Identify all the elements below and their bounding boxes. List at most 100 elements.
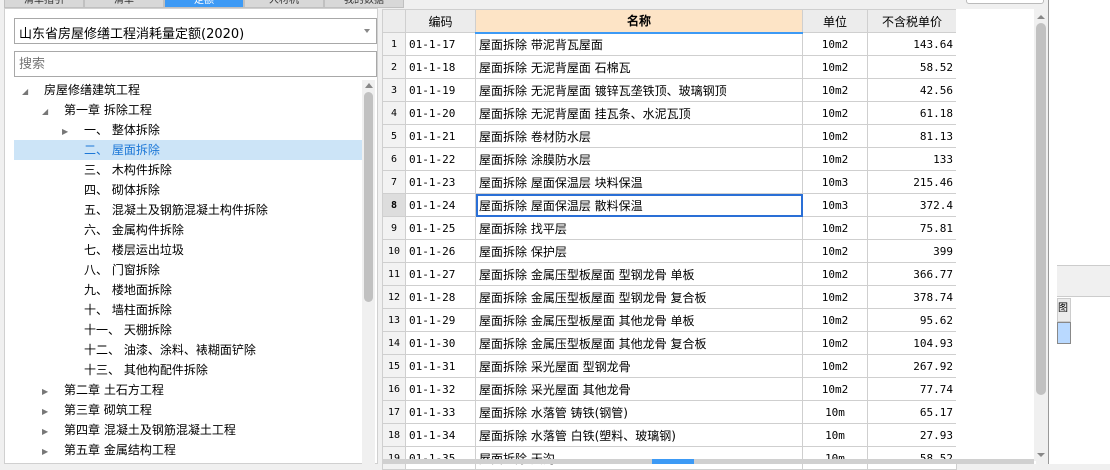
tree-node[interactable]: 四、 砌体拆除	[14, 180, 364, 200]
row-index-cell[interactable]: 7	[382, 170, 406, 194]
unit-cell[interactable]: 10m2	[802, 262, 868, 286]
collapsed-arrow-icon[interactable]: ▶	[42, 402, 52, 422]
price-cell[interactable]: 104.93	[867, 331, 957, 355]
tree-node[interactable]: 八、 门窗拆除	[14, 260, 364, 280]
unit-cell[interactable]: 10m2	[802, 354, 868, 378]
quota-code-cell[interactable]: 01-1-34	[405, 423, 476, 447]
quota-name-cell[interactable]: 屋面拆除 卷材防水层	[475, 124, 803, 148]
quota-code-cell[interactable]: 01-1-32	[405, 377, 476, 401]
scroll-up-icon[interactable]	[365, 83, 373, 88]
row-index-cell[interactable]: 15	[382, 354, 406, 378]
quota-name-cell[interactable]: 屋面拆除 屋面保温层 散料保温	[475, 193, 803, 217]
tab-3[interactable]: 人材机	[244, 0, 324, 8]
side-selected-cell[interactable]	[1057, 322, 1071, 344]
table-scroll-thumb[interactable]	[1036, 23, 1046, 395]
quota-code-cell[interactable]: 01-1-35	[405, 446, 476, 470]
price-cell[interactable]: 215.46	[867, 170, 957, 194]
unit-cell[interactable]: 10m	[802, 423, 868, 447]
tree-node[interactable]: 三、 木构件拆除	[14, 160, 364, 180]
quota-code-cell[interactable]: 01-1-20	[405, 101, 476, 125]
quota-code-cell[interactable]: 01-1-22	[405, 147, 476, 171]
price-cell[interactable]: 65.17	[867, 400, 957, 424]
tree-node[interactable]: ▶ 第四章 混凝土及钢筋混凝土工程	[14, 420, 364, 440]
unit-cell[interactable]: 10m	[802, 446, 868, 470]
row-index-cell[interactable]: 14	[382, 331, 406, 355]
quota-code-cell[interactable]: 01-1-30	[405, 331, 476, 355]
row-index-cell[interactable]: 6	[382, 147, 406, 171]
price-cell[interactable]: 81.13	[867, 124, 957, 148]
quota-code-cell[interactable]: 01-1-23	[405, 170, 476, 194]
collapsed-arrow-icon[interactable]: ▶	[42, 422, 52, 442]
unit-cell[interactable]: 10m	[802, 400, 868, 424]
row-index-cell[interactable]: 5	[382, 124, 406, 148]
expanded-arrow-icon[interactable]: ◢	[22, 82, 32, 102]
table-row[interactable]: 10 01-1-26 屋面拆除 保护层 10m2 399	[382, 239, 957, 263]
quota-name-cell[interactable]: 屋面拆除 保护层	[475, 239, 803, 263]
quota-code-cell[interactable]: 01-1-31	[405, 354, 476, 378]
quota-library-select[interactable]: 山东省房屋修缮工程消耗量定额(2020)	[14, 18, 377, 44]
quota-code-cell[interactable]: 01-1-24	[405, 193, 476, 217]
col-header-price[interactable]: 不含税单价	[867, 9, 957, 33]
table-row[interactable]: 12 01-1-28 屋面拆除 金属压型板屋面 型钢龙骨 复合板 10m2 378.74	[382, 285, 957, 309]
unit-cell[interactable]: 10m2	[802, 285, 868, 309]
col-header-code[interactable]: 编码	[405, 9, 476, 33]
tree-node[interactable]: 十三、 其他构配件拆除	[14, 360, 364, 380]
price-cell[interactable]: 61.18	[867, 101, 957, 125]
quota-code-cell[interactable]: 01-1-27	[405, 262, 476, 286]
tab-1[interactable]: 清单	[84, 0, 164, 8]
price-cell[interactable]: 58.52	[867, 55, 957, 79]
col-header-unit[interactable]: 单位	[802, 9, 868, 33]
quota-code-cell[interactable]: 01-1-19	[405, 78, 476, 102]
row-index-cell[interactable]: 2	[382, 55, 406, 79]
price-cell[interactable]: 133	[867, 147, 957, 171]
unit-cell[interactable]: 10m2	[802, 32, 868, 56]
table-row[interactable]: 13 01-1-29 屋面拆除 金属压型板屋面 其他龙骨 单板 10m2 95.62	[382, 308, 957, 332]
table-scrollbar[interactable]	[1034, 9, 1048, 461]
scroll-up-icon[interactable]	[1037, 15, 1045, 19]
quota-code-cell[interactable]: 01-1-21	[405, 124, 476, 148]
unit-cell[interactable]: 10m2	[802, 124, 868, 148]
quota-name-cell[interactable]: 屋面拆除 涂膜防水层	[475, 147, 803, 171]
tree-scrollbar[interactable]	[362, 80, 375, 464]
quota-name-cell[interactable]: 屋面拆除 水落管 白铁(塑料、玻璃钢)	[475, 423, 803, 447]
collapsed-arrow-icon[interactable]: ▶	[42, 382, 52, 402]
row-index-cell[interactable]: 8	[382, 193, 406, 217]
table-row[interactable]: 7 01-1-23 屋面拆除 屋面保温层 块料保温 10m3 215.46	[382, 170, 957, 194]
price-cell[interactable]: 95.62	[867, 308, 957, 332]
tree-node[interactable]: 七、 楼层运出垃圾	[14, 240, 364, 260]
quota-code-cell[interactable]: 01-1-29	[405, 308, 476, 332]
quota-code-cell[interactable]: 01-1-33	[405, 400, 476, 424]
top-right-box[interactable]	[966, 0, 1044, 4]
tree-node[interactable]: 十一、 天棚拆除	[14, 320, 364, 340]
tree-node[interactable]: 十二、 油漆、涂料、裱糊面铲除	[14, 340, 364, 360]
row-index-cell[interactable]: 10	[382, 239, 406, 263]
tab-2[interactable]: 定额	[164, 0, 244, 8]
table-row[interactable]: 8 01-1-24 屋面拆除 屋面保温层 散料保温 10m3 372.4	[382, 193, 957, 217]
scroll-down-icon[interactable]	[1037, 453, 1045, 457]
tab-4[interactable]: 我的数据	[324, 0, 404, 8]
quota-name-cell[interactable]: 屋面拆除 无泥背屋面 石棉瓦	[475, 55, 803, 79]
quota-code-cell[interactable]: 01-1-28	[405, 285, 476, 309]
table-row[interactable]: 4 01-1-20 屋面拆除 无泥背屋面 挂瓦条、水泥瓦顶 10m2 61.18	[382, 101, 957, 125]
tree-node[interactable]: ◢ 房屋修缮建筑工程	[14, 80, 364, 100]
unit-cell[interactable]: 10m3	[802, 170, 868, 194]
horizontal-scrollbar[interactable]	[382, 459, 1034, 464]
table-row[interactable]: 17 01-1-33 屋面拆除 水落管 铸铁(钢管) 10m 65.17	[382, 400, 957, 424]
unit-cell[interactable]: 10m2	[802, 78, 868, 102]
price-cell[interactable]: 378.74	[867, 285, 957, 309]
unit-cell[interactable]: 10m2	[802, 216, 868, 240]
table-row[interactable]: 11 01-1-27 屋面拆除 金属压型板屋面 型钢龙骨 单板 10m2 366.77	[382, 262, 957, 286]
table-row[interactable]: 15 01-1-31 屋面拆除 采光屋面 型钢龙骨 10m2 267.92	[382, 354, 957, 378]
expanded-arrow-icon[interactable]: ◢	[42, 102, 52, 122]
col-header-name[interactable]: 名称	[475, 9, 803, 34]
unit-cell[interactable]: 10m2	[802, 331, 868, 355]
table-row[interactable]: 2 01-1-18 屋面拆除 无泥背屋面 石棉瓦 10m2 58.52	[382, 55, 957, 79]
unit-cell[interactable]: 10m2	[802, 377, 868, 401]
price-cell[interactable]: 143.64	[867, 32, 957, 56]
tree-node[interactable]: ▶ 第三章 砌筑工程	[14, 400, 364, 420]
price-cell[interactable]: 75.81	[867, 216, 957, 240]
row-index-cell[interactable]: 4	[382, 101, 406, 125]
quota-name-cell[interactable]: 屋面拆除 无泥背屋面 挂瓦条、水泥瓦顶	[475, 101, 803, 125]
row-index-cell[interactable]: 13	[382, 308, 406, 332]
price-cell[interactable]: 58.52	[867, 446, 957, 470]
